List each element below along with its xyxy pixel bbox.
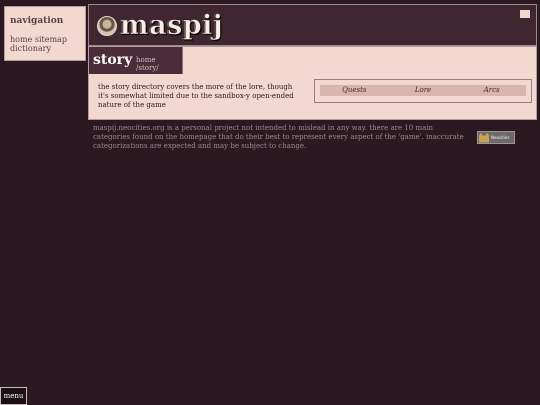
site-header: maspij [88, 4, 537, 46]
category-arcs[interactable]: Arcs [457, 85, 526, 96]
nav-link-sitemap[interactable]: sitemap [35, 35, 67, 44]
portrait-emblem-icon [97, 15, 117, 36]
breadcrumb-home[interactable]: home [136, 56, 156, 64]
breadcrumb-story[interactable]: /story/ [136, 64, 159, 72]
breadcrumb: home /story/ [136, 56, 182, 72]
nav-link-home[interactable]: home [10, 35, 32, 44]
category-lore[interactable]: Lore [389, 85, 458, 96]
content-panel: story home /story/ the story directory c… [88, 46, 537, 120]
category-box: Quests Lore Arcs [314, 79, 532, 103]
header-corner-swatch [520, 10, 530, 18]
nav-link-dictionary[interactable]: dictionary [10, 44, 51, 53]
main-column: maspij story home /story/ the story dire… [88, 4, 537, 120]
navigation-title: navigation [10, 16, 64, 26]
neocities-badge-text: Neocities [491, 134, 510, 140]
page-title: story [93, 52, 133, 68]
navigation-box: navigation home sitemap dictionary [4, 6, 86, 61]
neocities-badge[interactable]: Neocities [477, 131, 515, 144]
title-tab: story home /story/ [89, 47, 183, 74]
page-description: the story directory covers the more of t… [98, 83, 294, 109]
footer-disclaimer: maspij.neocities.org is a personal proje… [93, 124, 464, 150]
neocities-cat-icon [479, 132, 489, 143]
navigation-links: home sitemap dictionary [10, 35, 80, 53]
site-name: maspij [120, 10, 224, 41]
site-logo[interactable]: maspij [97, 12, 223, 39]
page: navigation home sitemap dictionary maspi… [0, 0, 540, 405]
category-quests[interactable]: Quests [320, 85, 389, 96]
category-row: Quests Lore Arcs [320, 85, 526, 96]
menu-button[interactable]: menu [0, 387, 27, 405]
